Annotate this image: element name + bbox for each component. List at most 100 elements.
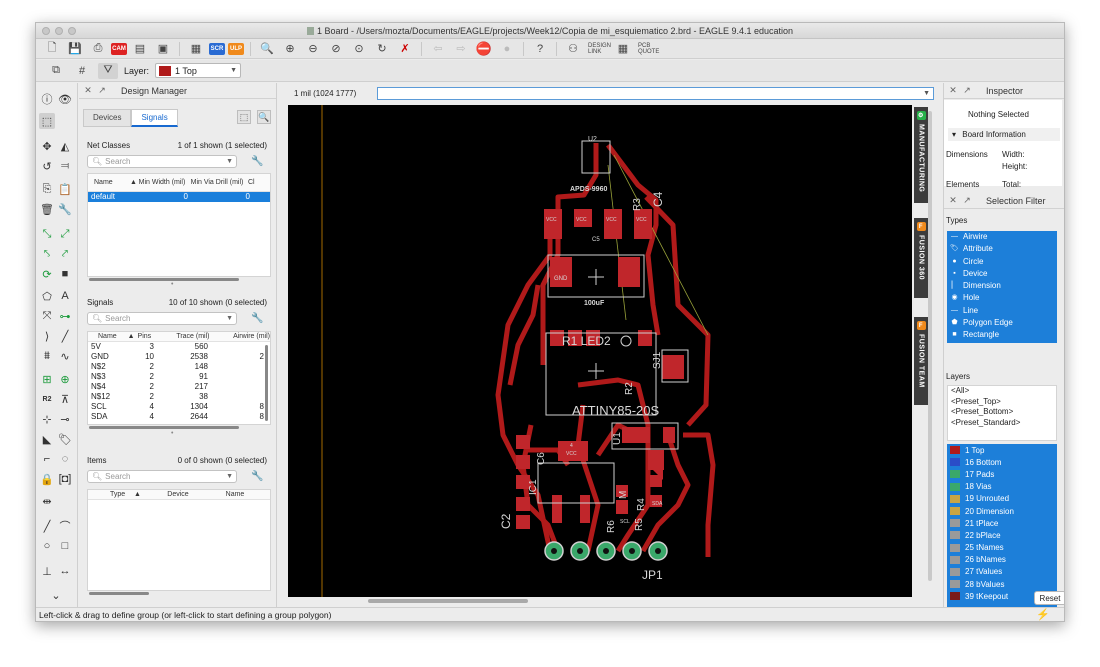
layer-item[interactable]: 28 bValues — [947, 578, 1057, 590]
zoom-to-button[interactable]: 🔍 — [257, 110, 271, 124]
chart-icon[interactable]: ▤ — [130, 41, 150, 57]
filter-type-item[interactable]: ◉ Hole — [947, 292, 1057, 304]
close-icon[interactable]: ✕ — [83, 85, 93, 96]
drc-icon[interactable]: ⊹ — [39, 411, 55, 427]
splitter-handle[interactable]: • — [171, 430, 173, 437]
ratsnest-icon[interactable]: ⟳ — [39, 266, 55, 282]
close-icon[interactable]: ✕ — [948, 85, 958, 96]
help-icon[interactable]: ? — [530, 41, 550, 57]
filter-type-item[interactable]: ▏ Dimension — [947, 280, 1057, 292]
info-icon[interactable]: ⓘ — [39, 91, 55, 107]
undock-icon[interactable]: ↗ — [962, 85, 972, 96]
stop-icon[interactable]: ⛔ — [474, 41, 494, 57]
line-icon[interactable]: ╱ — [57, 328, 73, 344]
dimension-icon[interactable]: ⇹ — [39, 493, 55, 509]
delete-icon[interactable]: 🗑 — [39, 201, 55, 217]
save-icon[interactable]: 💾 — [65, 41, 85, 57]
paint-icon[interactable]: ⌐ — [39, 451, 55, 467]
script-button[interactable]: SCR — [209, 42, 225, 55]
filter-type-item[interactable]: ▪ Device — [947, 268, 1057, 280]
table-row[interactable]: N$2 2 148 — [88, 362, 270, 372]
group-icon[interactable]: ⬚ — [39, 113, 55, 129]
bracket-icon[interactable]: [◘] — [57, 471, 73, 487]
layer-item[interactable]: 26 bNames — [947, 554, 1057, 566]
command-line-input[interactable]: ▼ — [377, 86, 934, 100]
table-row[interactable]: SCL 4 1304 8 — [88, 402, 270, 412]
preset-item[interactable]: <All> — [951, 386, 1056, 397]
design-link-icon[interactable]: ⚇ — [563, 41, 583, 57]
table-row[interactable]: SDA 4 2644 8 — [88, 412, 270, 422]
via-icon[interactable]: ⊶ — [57, 308, 73, 324]
polygon-fill-icon[interactable]: ■ — [57, 266, 73, 282]
table-row[interactable]: N$12 2 38 — [88, 392, 270, 402]
mark-icon[interactable]: ⊥ — [39, 563, 55, 579]
layer-item[interactable]: 27 tValues — [947, 566, 1057, 578]
tag-icon[interactable]: 🏷 — [57, 431, 73, 447]
optimize-icon[interactable]: ⊕ — [57, 371, 73, 387]
col-cl[interactable]: Cl — [248, 179, 268, 187]
new-file-icon[interactable]: 🗋 — [42, 41, 62, 57]
table-row[interactable]: GND 10 2538 2 — [88, 352, 270, 362]
filter-type-item[interactable]: ● Circle — [947, 256, 1057, 268]
canvas-vscrollbar[interactable] — [928, 111, 932, 581]
undock-icon[interactable]: ↗ — [97, 85, 107, 96]
preset-item[interactable]: <Preset_Standard> — [951, 418, 1056, 429]
board-info-section[interactable]: ▾ Board Information — [948, 128, 1060, 141]
zoom-window-button[interactable] — [68, 27, 76, 35]
items-wrench-icon[interactable]: 🔧 — [251, 471, 263, 482]
route-multi-icon[interactable]: ⤢ — [57, 226, 73, 242]
layer-settings-icon[interactable]: ⧉ — [46, 63, 66, 79]
layer-select[interactable]: 1 Top ▼ — [155, 63, 242, 78]
filter-type-item[interactable]: ■ Rectangle — [947, 329, 1057, 341]
zoom-in-icon[interactable]: ⊕ — [280, 41, 300, 57]
close-window-button[interactable] — [42, 27, 50, 35]
rotate-icon[interactable]: ↺ — [39, 158, 55, 174]
cam-icon[interactable]: CAM — [111, 42, 127, 55]
autoroute-icon[interactable]: ⊞ — [39, 371, 55, 387]
zoom-last-icon[interactable]: ⊙ — [349, 41, 369, 57]
lightning-icon[interactable]: ⚡ — [1036, 608, 1050, 621]
export-icon[interactable]: ▣ — [153, 41, 173, 57]
layer-item[interactable]: 19 Unrouted — [947, 493, 1057, 505]
pcb-canvas[interactable]: U2 APDS-9960 VCC VCC VCC VCC C5 C4 R3 GN… — [288, 105, 912, 597]
zoom-fit-icon[interactable]: 🔍 — [257, 41, 277, 57]
route-icon[interactable]: ⤡ — [39, 226, 55, 242]
manufacturing-tab[interactable]: ⚙ MANUFACTURING — [914, 107, 928, 203]
arc-icon[interactable]: ⌒ — [57, 518, 73, 534]
ulp-button[interactable]: ULP — [228, 42, 244, 55]
calculator-icon[interactable]: ▦ — [186, 41, 206, 57]
ripup-icon[interactable]: ⤣ — [39, 246, 55, 262]
table-row[interactable]: N$3 2 91 — [88, 372, 270, 382]
col-pins[interactable]: Pins — [138, 333, 168, 341]
close-icon[interactable]: ✕ — [948, 195, 958, 206]
col-min-width[interactable]: Min Width (mil) — [138, 179, 186, 187]
filter-type-item[interactable]: 🏷 Attribute — [947, 243, 1057, 255]
fusion360-tab[interactable]: F FUSION 360 — [914, 218, 928, 298]
split-icon[interactable]: ⤧ — [39, 308, 55, 324]
layer-item[interactable]: 1 Top — [947, 444, 1057, 456]
draw-line-icon[interactable]: ╱ — [39, 518, 55, 534]
preset-item[interactable]: <Preset_Bottom> — [951, 407, 1056, 418]
expand-icon[interactable]: ⌄ — [48, 587, 64, 603]
dotted-circle-icon[interactable]: ◌ — [57, 451, 73, 467]
erc-icon[interactable]: ◣ — [39, 431, 55, 447]
layer-item[interactable]: 22 bPlace — [947, 529, 1057, 541]
col-item-name[interactable]: Name — [210, 491, 260, 499]
filter-type-item[interactable]: ⬟ Polygon Edge — [947, 317, 1057, 329]
smash-icon[interactable]: ⊸ — [57, 411, 73, 427]
r2-icon[interactable]: R2 — [39, 391, 55, 407]
layer-item[interactable]: 16 Bottom — [947, 456, 1057, 468]
items-scrollbar[interactable] — [89, 592, 149, 595]
col-device[interactable]: Device — [146, 491, 210, 499]
table-row[interactable]: 5V 3 560 — [88, 342, 270, 352]
wrench-icon[interactable]: 🔧 — [57, 201, 73, 217]
splitter-handle[interactable]: • — [171, 281, 173, 288]
signals-search[interactable]: 🔍︎ Search ▼ — [87, 312, 237, 325]
col-name[interactable]: Name — [88, 333, 128, 341]
slice-icon[interactable]: ⤤ — [57, 246, 73, 262]
circle-icon[interactable]: ○ — [39, 538, 55, 554]
eye-icon[interactable]: 👁 — [57, 91, 73, 107]
redraw-icon[interactable]: ↻ — [372, 41, 392, 57]
layer-item[interactable]: 21 tPlace — [947, 517, 1057, 529]
undock-icon[interactable]: ↗ — [962, 195, 972, 206]
